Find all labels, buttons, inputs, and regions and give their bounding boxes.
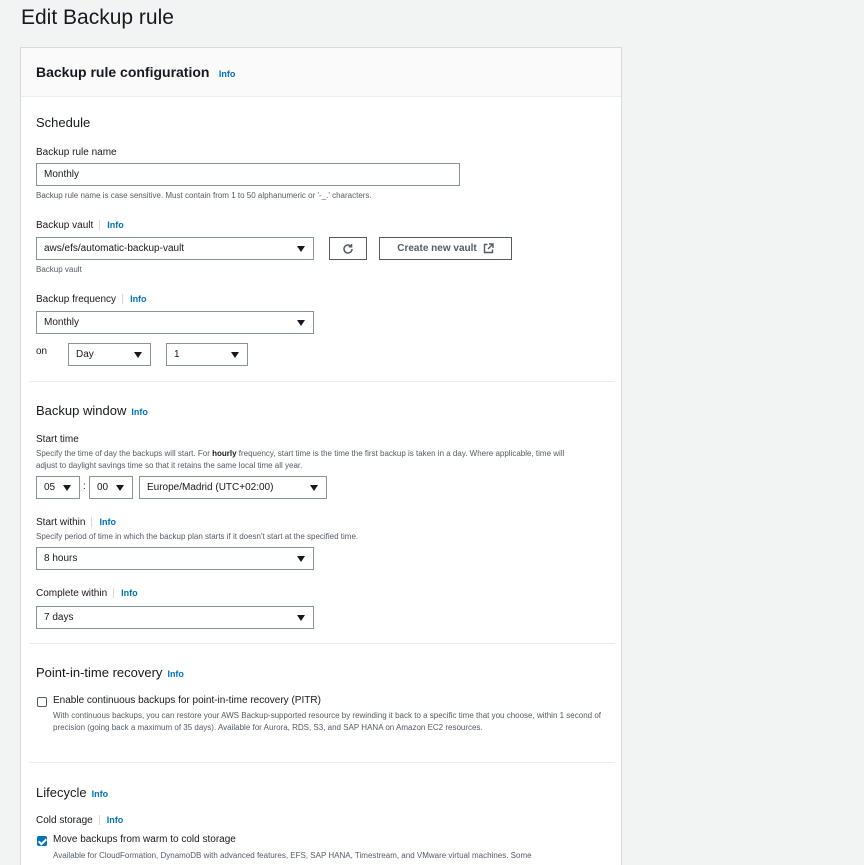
frequency-select[interactable]: Monthly [36,311,314,334]
cold-storage-label: Cold storage Info [36,815,124,826]
section-divider [29,762,615,763]
page-title: Edit Backup rule [21,6,174,29]
hour-select[interactable]: 05 [36,476,80,499]
hour-value: 05 [44,482,56,493]
cold-storage-desc: Available for CloudFormation, DynamoDB w… [53,851,532,860]
refresh-button[interactable] [329,237,367,260]
cold-storage-checkbox-label[interactable]: Move backups from warm to cold storage [53,834,236,845]
pitr-info-link[interactable]: Info [167,669,184,679]
day-unit-value: Day [76,349,94,360]
schedule-title: Schedule [36,115,91,130]
frequency-select-value: Monthly [44,317,80,328]
caret-down-icon [63,485,71,491]
complete-within-value: 7 days [44,612,74,623]
start-time-desc-pre: Specify the time of day the backups will… [36,449,213,458]
frequency-info-link[interactable]: Info [122,294,147,304]
minute-value: 00 [97,482,109,493]
lifecycle-info-link[interactable]: Info [92,789,109,799]
section-divider [29,643,615,644]
start-within-info-link[interactable]: Info [91,517,116,527]
refresh-icon [343,243,353,254]
rule-name-input[interactable]: Monthly [36,163,460,186]
caret-down-icon [297,246,305,252]
timezone-select[interactable]: Europe/Madrid (UTC+02:00) [139,476,327,499]
vault-label: Backup vault Info [36,220,124,231]
frequency-label-text: Backup frequency [36,294,117,305]
cold-storage-label-text: Cold storage [36,815,93,826]
caret-down-icon [297,556,305,562]
pitr-title: Point-in-time recovery [36,665,163,680]
cold-storage-info-link[interactable]: Info [98,815,124,825]
backup-window-title: Backup window [36,403,127,418]
complete-within-label: Complete within Info [36,588,138,599]
caret-down-icon [231,352,239,358]
external-link-icon [483,243,494,254]
start-time-desc: Specify the time of day the backups will… [36,448,581,472]
section-divider [29,381,615,382]
backup-window-heading: Backup window Info [36,402,148,420]
caret-down-icon [297,320,305,326]
minute-select[interactable]: 00 [89,476,133,499]
complete-within-info-link[interactable]: Info [113,588,138,598]
start-time-label: Start time [36,434,79,445]
start-within-select[interactable]: 8 hours [36,547,314,570]
pitr-checkbox-label[interactable]: Enable continuous backups for point-in-t… [53,695,321,706]
rule-name-label: Backup rule name [36,147,117,158]
cold-storage-checkbox[interactable] [37,836,47,846]
vault-select[interactable]: aws/efs/automatic-backup-vault [36,237,314,260]
start-within-desc: Specify period of time in which the back… [36,532,359,541]
backup-rule-configuration-panel: Backup rule configuration Info Schedule … [20,47,622,865]
vault-info-link[interactable]: Info [99,220,124,230]
panel-header: Backup rule configuration Info [21,48,621,97]
caret-down-icon [297,615,305,621]
vault-hint: Backup vault [36,265,82,274]
create-new-vault-label: Create new vault [397,243,477,254]
time-colon: : [83,481,86,492]
day-value: 1 [174,349,180,360]
backup-window-info-link[interactable]: Info [131,407,148,417]
day-select[interactable]: 1 [166,343,248,366]
complete-within-label-text: Complete within [36,588,108,599]
start-time-desc-bold: hourly [212,449,237,458]
pitr-checkbox[interactable] [37,697,47,707]
start-within-value: 8 hours [44,553,78,564]
panel-title: Backup rule configuration [36,64,210,80]
vault-select-value: aws/efs/automatic-backup-vault [44,243,185,254]
pitr-desc: With continuous backups, you can restore… [53,711,601,732]
pitr-heading: Point-in-time recovery Info [36,664,184,682]
start-within-label: Start within Info [36,517,116,528]
panel-info-link[interactable]: Info [219,69,236,79]
on-label: on [36,346,48,357]
lifecycle-heading: Lifecycle Info [36,784,108,802]
rule-name-hint: Backup rule name is case sensitive. Must… [36,191,372,200]
vault-label-text: Backup vault [36,220,94,231]
start-within-label-text: Start within [36,517,86,528]
lifecycle-title: Lifecycle [36,785,87,800]
create-new-vault-button[interactable]: Create new vault [379,237,512,260]
complete-within-select[interactable]: 7 days [36,606,314,629]
caret-down-icon [116,485,124,491]
timezone-value: Europe/Madrid (UTC+02:00) [147,482,274,493]
caret-down-icon [134,352,142,358]
frequency-label: Backup frequency Info [36,294,147,305]
day-unit-select[interactable]: Day [68,343,151,366]
caret-down-icon [310,485,318,491]
